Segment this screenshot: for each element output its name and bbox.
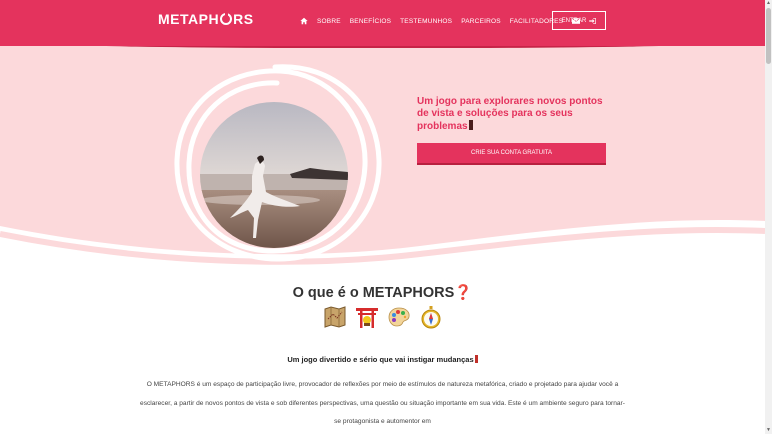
palette-icon — [388, 307, 410, 327]
map-icon — [324, 306, 345, 328]
home-icon[interactable] — [300, 17, 308, 25]
scroll-up-arrow-icon[interactable]: ▲ — [765, 0, 772, 7]
logo-text-end: RS — [233, 11, 254, 27]
text-cursor-mark — [474, 355, 478, 363]
about-subtitle-text: Um jogo divertido e sério que vai instig… — [287, 355, 474, 364]
about-title-text: O que é o METAPHORS — [292, 285, 455, 301]
about-emoji-row — [0, 305, 765, 329]
torii-gate-icon — [355, 308, 378, 328]
login-button[interactable]: ENTRAR — [552, 11, 606, 30]
nav-item-beneficios[interactable]: BENEFÍCIOS — [350, 18, 391, 25]
main-nav: SOBRE BENEFÍCIOS TESTEMUNHOS PARCEIROS F… — [300, 12, 589, 30]
create-account-button[interactable]: CRIE SUA CONTA GRATUITA — [417, 143, 606, 165]
question-mark-emoji: ❓ — [454, 285, 473, 301]
about-title: O que é o METAPHORS❓ — [0, 284, 765, 301]
compass-icon — [421, 306, 440, 329]
scroll-down-arrow-icon[interactable]: ▼ — [765, 427, 772, 434]
scrollbar-thumb[interactable] — [766, 8, 771, 64]
nav-item-sobre[interactable]: SOBRE — [317, 18, 341, 25]
create-account-label: CRIE SUA CONTA GRATUITA — [470, 150, 552, 156]
vertical-scrollbar[interactable]: ▲ ▼ — [765, 0, 772, 434]
about-paragraph: O METAPHORS é um espaço de participação … — [140, 381, 625, 425]
header: METAPH RS SOBRE BENEFÍCIOS TESTEMUNHOS P… — [0, 0, 765, 46]
login-label: ENTRAR — [561, 17, 587, 24]
about-subtitle: Um jogo divertido e sério que vai instig… — [0, 355, 765, 364]
logo-text-start: METAPH — [158, 11, 220, 27]
nav-item-parceiros[interactable]: PARCEIROS — [461, 18, 501, 25]
sign-in-icon — [589, 17, 597, 24]
hero-title-text: Um jogo para explorares novos pontos de … — [417, 96, 603, 132]
hand-drawn-circle-decoration — [174, 64, 382, 262]
text-cursor-mark — [468, 120, 473, 130]
logo-o-icon — [220, 12, 233, 25]
hero-title: Um jogo para explorares novos pontos de … — [417, 96, 607, 133]
logo[interactable]: METAPH RS — [158, 11, 254, 27]
nav-item-testemunhos[interactable]: TESTEMUNHOS — [400, 18, 452, 25]
page: METAPH RS SOBRE BENEFÍCIOS TESTEMUNHOS P… — [0, 0, 772, 434]
